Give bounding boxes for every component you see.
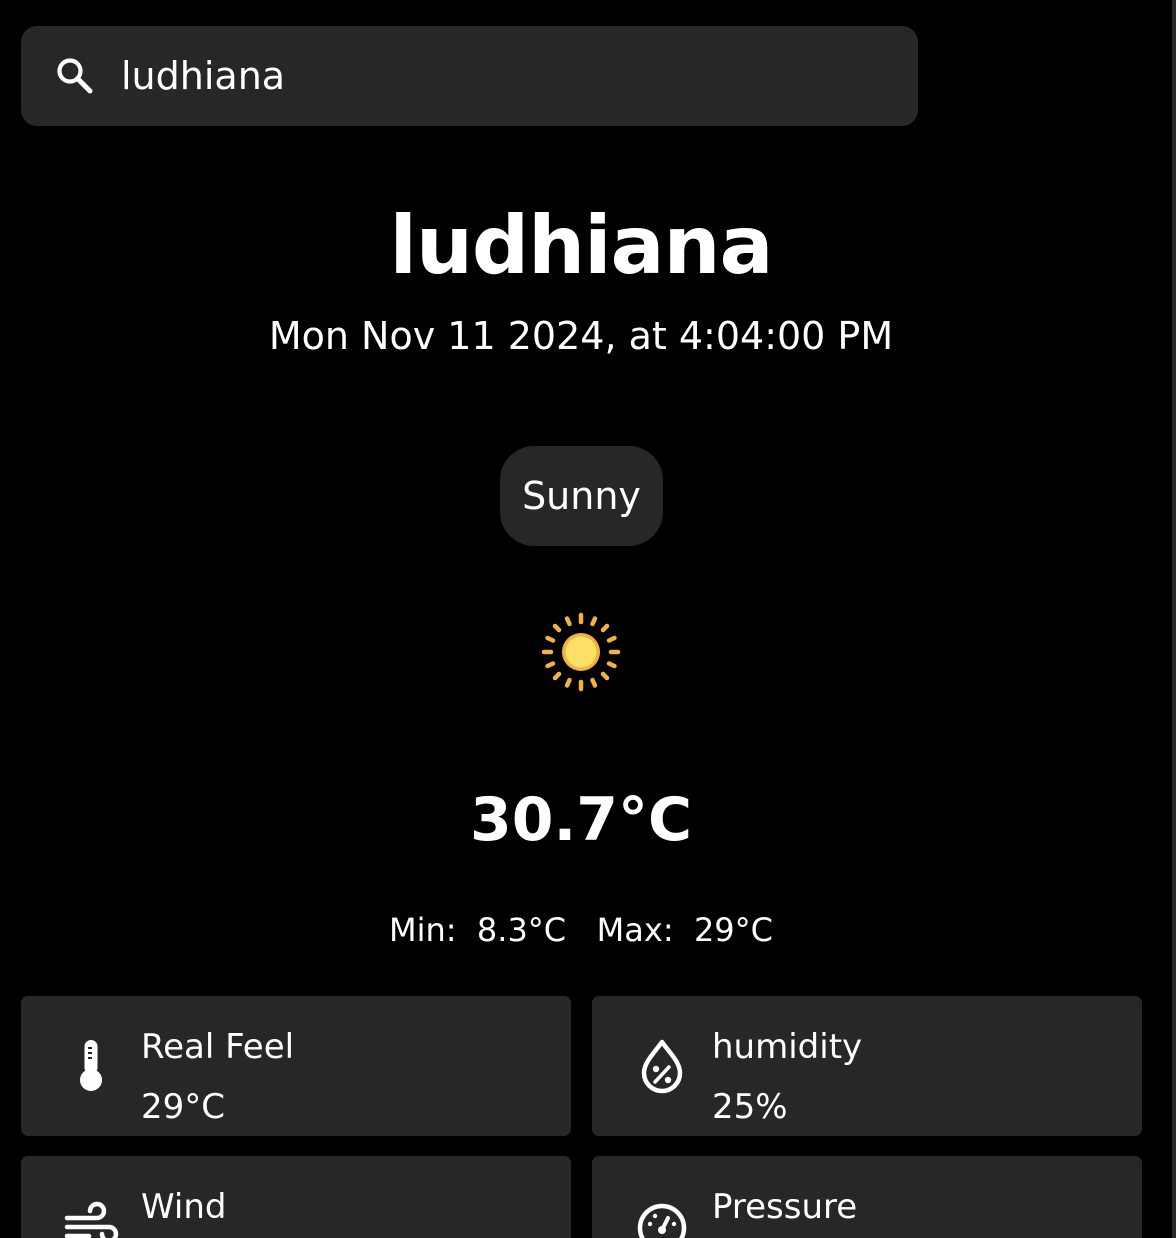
search-input[interactable] — [121, 46, 881, 106]
max-value: 29°C — [693, 911, 773, 949]
detail-card-label: Real Feel — [141, 1027, 295, 1067]
thermometer-icon — [61, 1036, 121, 1096]
min-max-temperature: Min: 8.3°C Max: 29°C — [0, 908, 1162, 952]
min-label: Min: — [389, 911, 457, 949]
detail-card-label: humidity — [712, 1027, 863, 1067]
min-value: 8.3°C — [476, 911, 567, 949]
max-label: Max: — [596, 911, 674, 949]
weather-app: ludhiana Mon Nov 11 2024, at 4:04:00 PM … — [0, 0, 1176, 1238]
detail-card-humidity: humidity 25% — [592, 996, 1142, 1136]
detail-card-real-feel: Real Feel 29°C — [21, 996, 571, 1136]
search-bar[interactable] — [21, 26, 918, 126]
detail-card-pressure: Pressure — [592, 1156, 1142, 1238]
search-icon[interactable] — [55, 56, 95, 96]
gauge-icon — [632, 1196, 692, 1238]
detail-card-label: Wind — [141, 1187, 227, 1227]
detail-card-wind: Wind — [21, 1156, 571, 1238]
detail-card-value: 29°C — [141, 1087, 226, 1127]
city-name: ludhiana — [389, 199, 774, 292]
condition-badge: Sunny — [500, 446, 663, 546]
detail-card-value: 25% — [712, 1087, 788, 1127]
sun-icon — [540, 611, 622, 693]
scrollbar[interactable] — [1172, 0, 1176, 1238]
humidity-drop-icon — [632, 1036, 692, 1096]
date-time: Mon Nov 11 2024, at 4:04:00 PM — [268, 314, 894, 358]
detail-card-label: Pressure — [712, 1187, 858, 1227]
wind-icon — [61, 1196, 121, 1238]
current-temperature: 30.7°C — [469, 785, 693, 855]
